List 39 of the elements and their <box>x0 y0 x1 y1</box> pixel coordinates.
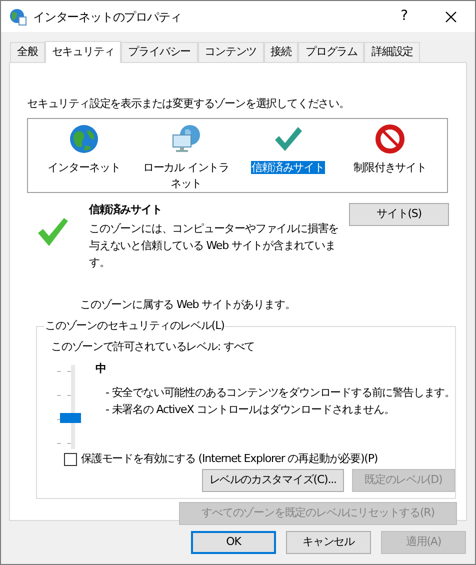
zone-item[interactable]: インターネット <box>36 124 132 176</box>
group-legend: このゾーンのセキュリティのレベル(L) <box>44 318 226 334</box>
tab[interactable]: 詳細設定 <box>364 42 420 62</box>
close-icon[interactable] <box>445 10 457 22</box>
tab[interactable]: コンテンツ <box>198 42 264 62</box>
computer-globe-icon <box>171 124 201 154</box>
zone-label: ローカル イントラネット <box>142 160 230 192</box>
tab[interactable]: 接続 <box>264 42 298 62</box>
tab[interactable]: 全般 <box>10 42 45 62</box>
level-description: - 安全でない可能性のあるコンテンツをダウンロードする前に警告します。 <box>106 384 455 400</box>
check-icon <box>37 216 69 246</box>
zone-label: インターネット <box>46 160 122 176</box>
zone-item[interactable]: ローカル イントラネット <box>138 124 234 192</box>
allowed-level-text: このゾーンで許可されているレベル: すべて <box>51 338 256 354</box>
sites-button[interactable]: サイト(S) <box>349 202 449 226</box>
zone-item[interactable]: 制限付きサイト <box>342 124 438 176</box>
zone-title: 信頼済みサイト <box>89 202 163 218</box>
instruction-text: セキュリティ設定を表示または変更するゾーンを選択してください。 <box>27 96 350 112</box>
level-name: 中 <box>96 361 107 377</box>
zone-item[interactable]: 信頼済みサイト <box>240 124 336 176</box>
no-entry-icon <box>375 124 405 154</box>
tab[interactable]: セキュリティ <box>44 41 122 63</box>
checkbox[interactable] <box>64 452 77 466</box>
zone-description: このゾーンには、コンピューターやファイルに損害を与えないと信頼している Web サイトが含まれています。 <box>89 221 339 271</box>
tab[interactable]: プライバシー <box>121 42 198 62</box>
dialog-button[interactable]: OK <box>191 531 276 554</box>
window-title: インターネットのプロパティ <box>33 8 182 26</box>
zone-label: 信頼済みサイト <box>250 160 326 176</box>
slider-thumb[interactable] <box>60 413 81 424</box>
tab[interactable]: プログラム <box>298 42 364 62</box>
checkbox-label: 保護モードを有効にする (Internet Explorer の再起動が必要)(P) <box>81 451 378 467</box>
zone-note: このゾーンに属する Web サイトがあります。 <box>80 297 296 313</box>
help-button[interactable]: ? <box>381 6 427 27</box>
dialog-button[interactable]: キャンセル <box>286 531 371 554</box>
globe-page-icon <box>9 8 27 26</box>
zone-label: 制限付きサイト <box>352 160 428 176</box>
level-description: - 未署名の ActiveX コントロールはダウンロードされません。 <box>106 402 396 418</box>
globe-icon <box>69 124 99 154</box>
customize-level-button[interactable]: レベルのカスタマイズ(C)... <box>202 468 344 492</box>
